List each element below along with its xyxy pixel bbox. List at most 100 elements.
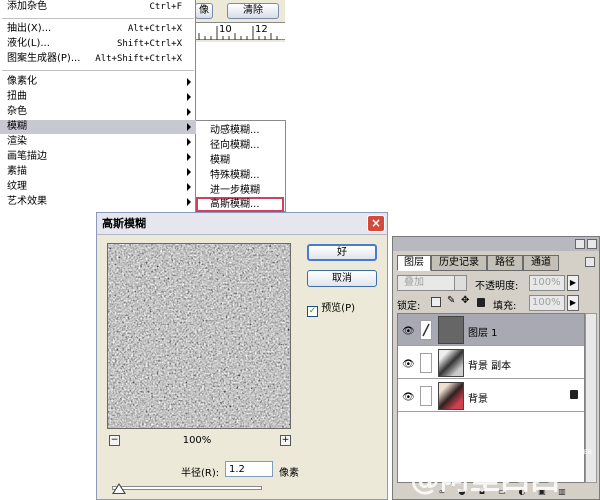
opacity-input[interactable]: 100%: [529, 275, 565, 291]
lock-move-icon[interactable]: ✥: [461, 295, 469, 306]
layer-thumbnail: [438, 349, 464, 377]
gaussian-blur-dialog: 高斯模糊 × − 100% + 好 取消 ✓ 预览(P) 半径(R): 1.2 …: [96, 212, 388, 500]
menu-item-label: 纹理: [7, 181, 27, 192]
menu-item-label: 素描: [7, 166, 27, 177]
layer-row-background[interactable]: 👁 背景: [398, 380, 584, 412]
submenu-arrow-icon: [187, 108, 191, 116]
ruler: 10 12: [195, 22, 285, 40]
link-box[interactable]: [420, 386, 432, 406]
menu-item-shortcut: Ctrl+F: [149, 2, 182, 12]
menu-item-noise[interactable]: 杂色: [0, 105, 196, 119]
menu-item-label: 液化(L)...: [7, 38, 50, 49]
submenu-item-blur-more[interactable]: 进一步模糊: [196, 183, 284, 198]
submenu-item-motion-blur[interactable]: 动感模糊...: [196, 123, 284, 138]
zoom-in-button[interactable]: +: [280, 435, 291, 446]
dialog-title: 高斯模糊: [97, 213, 387, 235]
tab-layers[interactable]: 图层: [397, 255, 431, 271]
lock-all-icon[interactable]: [477, 298, 485, 307]
submenu-arrow-icon: [187, 183, 191, 191]
image-button-partial[interactable]: 像: [195, 3, 213, 19]
radius-slider-track[interactable]: [112, 486, 262, 490]
preview-checkbox[interactable]: ✓ 预览(P): [307, 299, 355, 317]
submenu-item-blur[interactable]: 模糊: [196, 153, 284, 168]
close-icon[interactable]: [587, 239, 597, 249]
zoom-out-button[interactable]: −: [109, 435, 120, 446]
menu-item-sketch[interactable]: 素描: [0, 165, 196, 179]
submenu-arrow-icon: [187, 198, 191, 206]
submenu-arrow-icon: [187, 153, 191, 161]
layer-row-layer1[interactable]: 👁 图层 1: [398, 314, 584, 346]
menu-item-blur[interactable]: 模糊: [0, 120, 196, 134]
zoom-level: 100%: [182, 435, 212, 446]
menu-item-label: 图案生成器(P)...: [7, 53, 81, 64]
fill-label: 填充:: [493, 301, 517, 312]
blend-row: 叠加 不透明度: 100% ▶: [397, 275, 597, 292]
menu-item-distort[interactable]: 扭曲: [0, 90, 196, 104]
submenu-arrow-icon: [187, 123, 191, 131]
menu-item-shortcut: Alt+Shift+Ctrl+X: [95, 54, 182, 64]
ok-button[interactable]: 好: [307, 244, 377, 261]
submenu-item-gaussian-blur[interactable]: 高斯模糊...: [196, 197, 284, 212]
opacity-label: 不透明度:: [475, 281, 519, 292]
menu-item-label: 模糊: [7, 121, 27, 132]
eye-icon[interactable]: 👁: [402, 359, 415, 370]
watermark: @阿里西西: [410, 462, 560, 497]
eye-icon[interactable]: 👁: [402, 326, 415, 337]
cancel-button[interactable]: 取消: [307, 270, 377, 287]
menu-item-label: 渲染: [7, 136, 27, 147]
close-icon[interactable]: ×: [367, 215, 385, 232]
radius-unit: 像素: [279, 468, 299, 479]
menu-item-add-noise[interactable]: 添加杂色 Ctrl+F: [0, 0, 196, 14]
submenu-item-radial-blur[interactable]: 径向模糊...: [196, 138, 284, 153]
menu-separator: [2, 18, 194, 19]
menu-item-extract[interactable]: 抽出(X)... Alt+Ctrl+X: [0, 22, 196, 36]
filter-menu: 添加杂色 Ctrl+F 抽出(X)... Alt+Ctrl+X 液化(L)...…: [0, 0, 196, 212]
layer-thumbnail: [438, 316, 464, 344]
fill-arrow-icon[interactable]: ▶: [567, 295, 579, 311]
menu-item-label: 抽出(X)...: [7, 23, 52, 34]
slider-thumb-fill: [114, 485, 124, 493]
eye-icon[interactable]: 👁: [402, 392, 415, 403]
menu-item-render[interactable]: 渲染: [0, 135, 196, 149]
chevron-down-icon[interactable]: [454, 275, 467, 291]
radius-input[interactable]: [225, 461, 273, 477]
menu-item-shortcut: Alt+Ctrl+X: [127, 24, 182, 34]
lock-label: 锁定:: [397, 301, 421, 312]
link-box[interactable]: [420, 353, 432, 373]
menu-item-pattern-maker[interactable]: 图案生成器(P)... Alt+Shift+Ctrl+X: [0, 52, 196, 66]
fill-input[interactable]: 100%: [529, 295, 565, 311]
submenu-item-smart-blur[interactable]: 特殊模糊...: [196, 168, 284, 183]
lock-icon: [570, 390, 578, 399]
menu-item-texture[interactable]: 纹理: [0, 180, 196, 194]
tab-history[interactable]: 历史记录: [431, 255, 487, 271]
layer-list-scrollbar[interactable]: [585, 313, 597, 483]
menu-item-artistic[interactable]: 艺术效果: [0, 195, 196, 209]
menu-item-brush-strokes[interactable]: 画笔描边: [0, 150, 196, 164]
ruler-label-12: 12: [255, 24, 268, 35]
menu-item-pixelate[interactable]: 像素化: [0, 75, 196, 89]
palette-titlebar: [393, 237, 599, 251]
menu-separator: [2, 70, 194, 71]
palette-menu-icon[interactable]: [585, 257, 595, 267]
tab-channels[interactable]: 通道: [523, 255, 559, 271]
radius-label: 半径(R):: [181, 468, 220, 479]
tab-paths[interactable]: 路径: [487, 255, 523, 271]
opacity-arrow-icon[interactable]: ▶: [567, 275, 579, 291]
layer-row-background-copy[interactable]: 👁 背景 副本: [398, 347, 584, 379]
layer-name: 背景: [468, 394, 488, 405]
menu-item-liquify[interactable]: 液化(L)... Shift+Ctrl+X: [0, 37, 196, 51]
noise-preview-image: [108, 244, 290, 428]
menu-item-label: 艺术效果: [7, 196, 47, 207]
ruler-label-10: 10: [219, 24, 232, 35]
menu-item-shortcut: Shift+Ctrl+X: [116, 39, 182, 49]
menu-item-label: 画笔描边: [7, 151, 47, 162]
clear-button[interactable]: 清除: [227, 3, 279, 19]
menu-item-label: 添加杂色: [7, 1, 47, 12]
blur-preview[interactable]: [107, 243, 291, 429]
layer-name: 图层 1: [468, 328, 498, 339]
lock-transparent-icon[interactable]: [431, 297, 441, 307]
minimize-icon[interactable]: [575, 239, 585, 249]
brush-icon[interactable]: [420, 320, 432, 340]
menu-item-label: 扭曲: [7, 91, 27, 102]
lock-paint-icon[interactable]: ✎: [447, 295, 455, 306]
